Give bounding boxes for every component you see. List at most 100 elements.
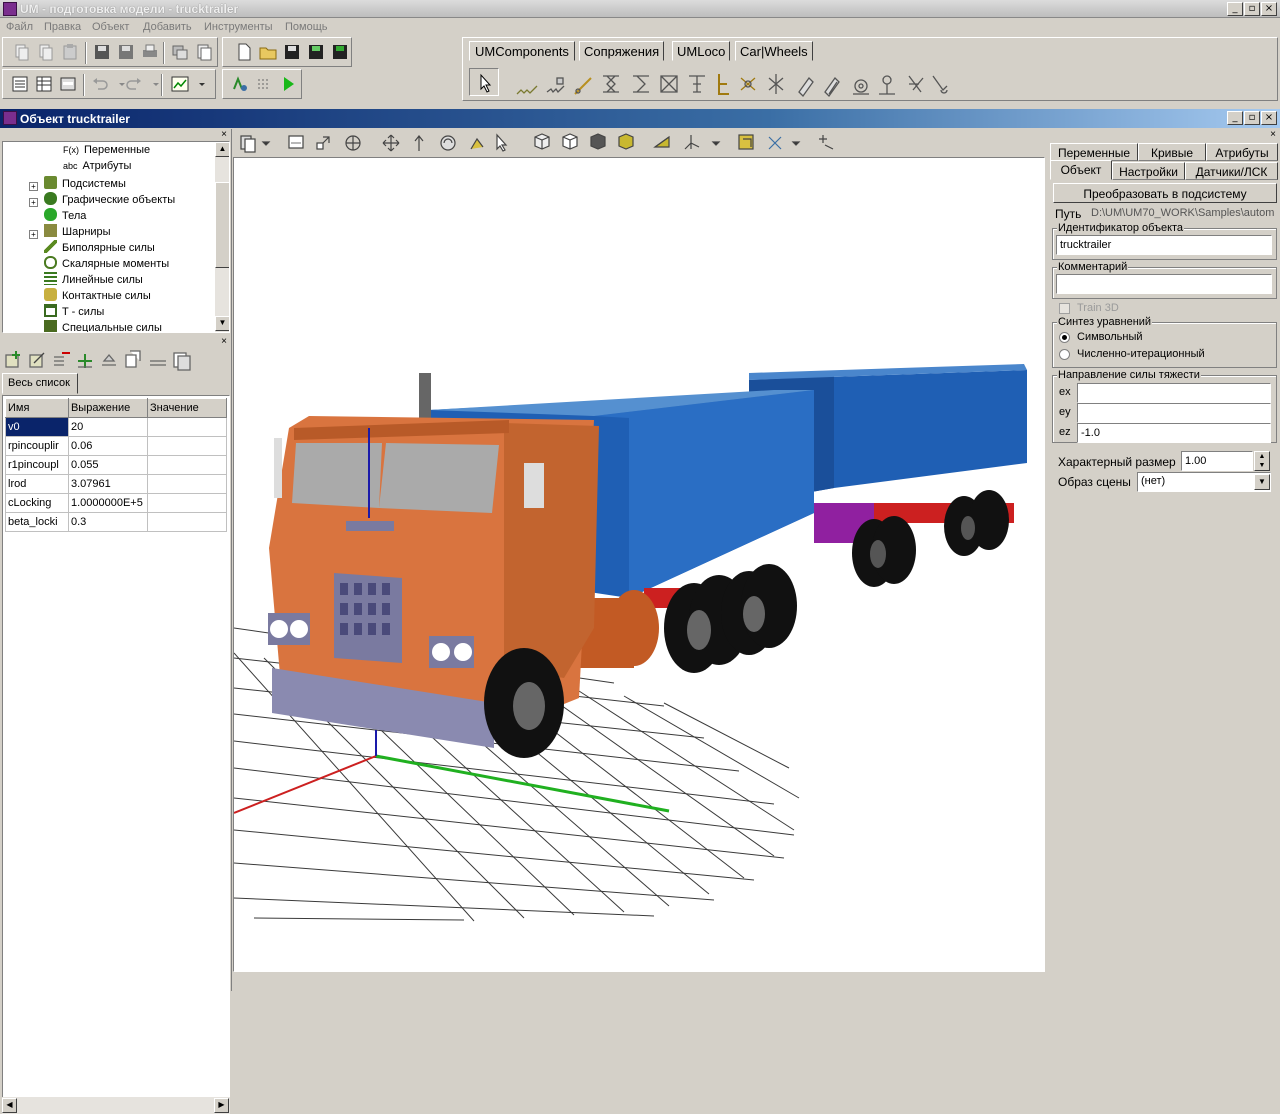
table-row[interactable]: beta_locki 0.3 [5, 512, 228, 532]
table-row[interactable]: lrod 3.07961 [5, 474, 228, 494]
graph-icon[interactable] [169, 73, 191, 95]
redo-icon[interactable] [123, 73, 145, 95]
radio-numeric[interactable] [1059, 349, 1070, 360]
save-icon[interactable] [91, 41, 113, 63]
paste-icon[interactable] [59, 41, 81, 63]
tree-item-bodies[interactable]: Тела [44, 208, 86, 224]
inspector-close-icon[interactable]: × [1267, 130, 1279, 141]
var-name[interactable]: rpincouplir [5, 436, 69, 456]
var-expression[interactable]: 20 [67, 417, 148, 437]
gravity-ey-input[interactable] [1077, 403, 1271, 423]
graph-dropdown-icon[interactable] [191, 73, 205, 95]
var-name[interactable]: r1pincoupl [5, 455, 69, 475]
var-expression[interactable]: 0.3 [67, 512, 148, 532]
var-expression[interactable]: 0.055 [67, 455, 148, 475]
radio-symbolic[interactable] [1059, 332, 1070, 343]
menu-edit[interactable]: Правка [44, 21, 81, 33]
new-file-icon[interactable] [233, 41, 255, 63]
tab-full-list[interactable]: Весь список [2, 373, 78, 394]
form-icon[interactable] [57, 73, 79, 95]
view-tools-icons[interactable] [233, 129, 853, 157]
tree-close-icon[interactable]: × [218, 130, 230, 141]
convert-subsystem-button[interactable]: Преобразовать в подсистему [1053, 183, 1277, 203]
gravity-ex-input[interactable] [1077, 383, 1271, 403]
compile-icon[interactable] [229, 73, 251, 95]
var-name[interactable]: lrod [5, 474, 69, 494]
table-row[interactable]: rpincouplir 0.06 [5, 436, 228, 456]
menu-help[interactable]: Помощь [285, 21, 328, 33]
windows-icon[interactable] [169, 41, 191, 63]
table-row[interactable]: cLocking 1.0000000E+5 [5, 493, 228, 513]
tab-sensors[interactable]: Датчики/ЛСК [1185, 162, 1278, 180]
var-name[interactable]: v0 [5, 417, 69, 437]
close-button[interactable]: × [1261, 2, 1277, 16]
list-icon[interactable] [9, 73, 31, 95]
copy-icon[interactable] [11, 41, 33, 63]
undo-dropdown-icon[interactable] [111, 73, 125, 95]
col-name-header[interactable]: Имя [5, 398, 69, 418]
tree-item-attributes[interactable]: abc Атрибуты [63, 160, 131, 176]
tree-item-scalar-torques[interactable]: Скалярные моменты [44, 256, 169, 272]
tree-item-subsystems[interactable]: + Подсистемы [29, 176, 126, 192]
print-icon[interactable] [139, 41, 161, 63]
tab-curves[interactable]: Кривые [1138, 143, 1206, 161]
var-name[interactable]: beta_locki [5, 512, 69, 532]
tab-object[interactable]: Объект [1050, 160, 1112, 180]
table-icon[interactable] [33, 73, 55, 95]
train3d-checkbox[interactable] [1059, 303, 1070, 314]
scroll-up-icon[interactable]: ▲ [215, 142, 229, 157]
var-expression[interactable]: 1.0000000E+5 [67, 493, 148, 513]
tab-umcomponents[interactable]: UMComponents [469, 41, 575, 61]
scroll-right-icon[interactable]: ▶ [214, 1098, 229, 1113]
tree-item-t-forces[interactable]: T - силы [44, 304, 104, 320]
col-expression-header[interactable]: Выражение [67, 398, 148, 418]
tree-item-graphic-objects[interactable]: + Графические объекты [29, 192, 175, 208]
minimize-button[interactable]: _ [1227, 2, 1243, 16]
pointer-tool[interactable] [469, 68, 499, 96]
menu-object[interactable]: Объект [92, 21, 129, 33]
table-row[interactable]: v0 20 [5, 417, 228, 437]
run-icon[interactable] [277, 73, 299, 95]
menu-add[interactable]: Добавить [143, 21, 192, 33]
tab-attributes[interactable]: Атрибуты [1206, 143, 1278, 161]
comment-input[interactable] [1056, 274, 1272, 294]
child-minimize-button[interactable]: _ [1227, 111, 1243, 125]
save-green-icon[interactable] [329, 41, 351, 63]
scroll-left-icon[interactable]: ◀ [2, 1098, 17, 1113]
char-size-spinner[interactable]: ▲ ▼ [1254, 451, 1270, 471]
tab-connections[interactable]: Сопряжения [579, 41, 665, 61]
save-file-icon[interactable] [281, 41, 303, 63]
tree-item-joints[interactable]: + Шарниры [29, 224, 111, 240]
tab-umloco[interactable]: UMLoco [672, 41, 731, 61]
char-size-input[interactable] [1181, 451, 1253, 471]
undo-icon[interactable] [89, 73, 111, 95]
component-icons[interactable] [513, 70, 983, 98]
chevron-down-icon[interactable]: ▼ [1254, 474, 1270, 490]
tree-item-contact-forces[interactable]: Контактные силы [44, 288, 151, 304]
child-restore-button[interactable]: ▫ [1244, 111, 1260, 125]
gravity-ez-input[interactable] [1077, 423, 1271, 443]
tree-item-variables[interactable]: F(x) Переменные [63, 144, 150, 160]
scene-select[interactable]: (нет) [1137, 472, 1271, 492]
tree-scroll-thumb[interactable] [215, 182, 229, 268]
pages-icon[interactable] [193, 41, 215, 63]
restore-button[interactable]: ▫ [1244, 2, 1260, 16]
menu-tools[interactable]: Инструменты [204, 21, 273, 33]
copy2-icon[interactable] [35, 41, 57, 63]
tree-scrollbar[interactable]: ▲ ▼ [215, 142, 229, 332]
scroll-down-icon[interactable]: ▼ [215, 316, 229, 331]
col-value-header[interactable]: Значение [146, 398, 228, 418]
settings-dots-icon[interactable] [253, 73, 275, 95]
open-folder-icon[interactable] [257, 41, 279, 63]
tree-item-special-forces[interactable]: Специальные силы [44, 320, 162, 332]
tree-item-linear-forces[interactable]: Линейные силы [44, 272, 143, 288]
save-all-icon[interactable] [115, 41, 137, 63]
var-expression[interactable]: 3.07961 [67, 474, 148, 494]
save-as-icon[interactable] [305, 41, 327, 63]
var-name[interactable]: cLocking [5, 493, 69, 513]
identifier-input[interactable] [1056, 235, 1272, 255]
tab-settings[interactable]: Настройки [1112, 162, 1185, 180]
variable-tools-icons[interactable] [2, 347, 202, 373]
redo-dropdown-icon[interactable] [145, 73, 159, 95]
tree-item-bipolar-forces[interactable]: Биполярные силы [44, 240, 155, 256]
